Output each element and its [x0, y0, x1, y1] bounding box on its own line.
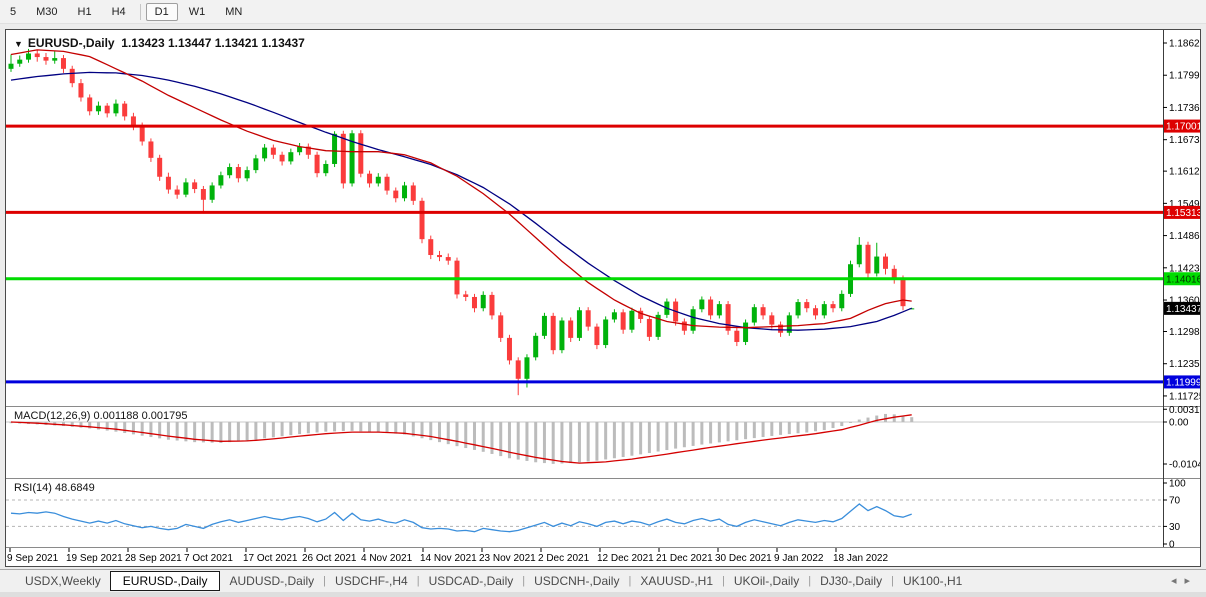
tab-usdx-weekly[interactable]: USDX,Weekly	[16, 572, 110, 590]
chart-dropdown-icon[interactable]: ▼	[14, 39, 23, 49]
price-levels-layer	[6, 126, 1163, 382]
svg-text:26 Oct 2021: 26 Oct 2021	[302, 553, 357, 564]
chart-tabs: USDX,WeeklyEURUSD-,DailyAUDUSD-,Daily|US…	[16, 572, 971, 591]
svg-text:1.12985: 1.12985	[1169, 327, 1200, 338]
svg-text:1.14860: 1.14860	[1169, 231, 1200, 242]
chart-canvas[interactable]: 1.186251.179951.173651.167351.161201.154…	[6, 30, 1200, 566]
tab-eurusd-daily[interactable]: EURUSD-,Daily	[110, 571, 221, 591]
svg-text:30: 30	[1169, 522, 1181, 533]
rsi-value: 48.6849	[52, 482, 95, 494]
svg-text:1.11999: 1.11999	[1166, 377, 1200, 388]
chart-window: 1.186251.179951.173651.167351.161201.154…	[5, 29, 1201, 567]
tab-usdchf-h4[interactable]: USDCHF-,H4	[326, 572, 417, 590]
svg-text:0.00: 0.00	[1169, 418, 1189, 429]
svg-text:19 Sep 2021: 19 Sep 2021	[66, 553, 123, 564]
mt4-window: 5M30H1H4 D1W1MN 1.18625 1.17995 1.17365 1.16…	[0, 0, 1206, 597]
svg-text:9 Sep 2021: 9 Sep 2021	[7, 553, 59, 564]
svg-text:1.13437: 1.13437	[1166, 304, 1200, 315]
macd-values: 0.001188 0.001795	[90, 410, 187, 422]
timeframe-button-m30[interactable]: M30	[27, 3, 66, 21]
svg-text:23 Nov 2021: 23 Nov 2021	[479, 553, 536, 564]
svg-text:30 Dec 2021: 30 Dec 2021	[715, 553, 772, 564]
svg-text:1.17001: 1.17001	[1166, 122, 1200, 133]
timeframe-button-5[interactable]: 5	[1, 3, 25, 21]
macd-name: MACD(12,26,9)	[14, 410, 90, 422]
tab-xauusd-h1[interactable]: XAUUSD-,H1	[631, 572, 722, 590]
svg-text:12 Dec 2021: 12 Dec 2021	[597, 553, 654, 564]
svg-text:18 Jan 2022: 18 Jan 2022	[833, 553, 888, 564]
svg-text:1.17995: 1.17995	[1169, 71, 1200, 82]
toolbar-separator	[140, 4, 141, 20]
chart-tabbar: USDX,WeeklyEURUSD-,DailyAUDUSD-,Daily|US…	[0, 569, 1206, 592]
svg-text:70: 70	[1169, 496, 1181, 507]
timeframe-toolbar: 5M30H1H4 D1W1MN	[0, 0, 1206, 24]
svg-text:17 Oct 2021: 17 Oct 2021	[243, 553, 298, 564]
timeframe-button-d1[interactable]: D1	[146, 3, 178, 21]
svg-text:9 Jan 2022: 9 Jan 2022	[774, 553, 824, 564]
svg-text:1.14016: 1.14016	[1166, 274, 1200, 285]
svg-text:0: 0	[1169, 540, 1175, 551]
svg-text:28 Sep 2021: 28 Sep 2021	[125, 553, 182, 564]
tab-uk100-h1[interactable]: UK100-,H1	[894, 572, 971, 590]
tab-ukoil-daily[interactable]: UKOil-,Daily	[725, 572, 808, 590]
tab-scroll-arrows: ◂▸	[1171, 574, 1198, 587]
timeframe-button-h1[interactable]: H1	[69, 3, 101, 21]
timeframe-button-mn[interactable]: MN	[216, 3, 251, 21]
svg-text:1.16120: 1.16120	[1169, 167, 1200, 178]
svg-text:1.17365: 1.17365	[1169, 103, 1200, 114]
date-axis: 9 Sep 2021 19 Sep 202128 Sep 20217 Oct 20…	[7, 548, 888, 564]
svg-text:-0.01043: -0.01043	[1169, 460, 1200, 471]
svg-text:1.16735: 1.16735	[1169, 135, 1200, 146]
svg-text:1.12355: 1.12355	[1169, 359, 1200, 370]
svg-text:1.15313: 1.15313	[1166, 208, 1200, 219]
macd-label: MACD(12,26,9) 0.001188 0.001795	[14, 410, 187, 422]
svg-text:2 Dec 2021: 2 Dec 2021	[538, 553, 590, 564]
tab-dj30-daily[interactable]: DJ30-,Daily	[811, 572, 891, 590]
svg-text:4 Nov 2021: 4 Nov 2021	[361, 553, 413, 564]
tab-scroll-left-icon[interactable]: ◂	[1171, 575, 1185, 587]
svg-text:1.18625: 1.18625	[1169, 39, 1200, 50]
window-bottom-strip	[0, 592, 1206, 597]
svg-text:7 Oct 2021: 7 Oct 2021	[184, 553, 233, 564]
panel-frames	[6, 30, 1200, 548]
chart-ohlc-values: 1.13423 1.13447 1.13421 1.13437	[115, 36, 305, 50]
svg-text:14 Nov 2021: 14 Nov 2021	[420, 553, 477, 564]
svg-text:0.003165: 0.003165	[1169, 405, 1200, 416]
svg-text:1.11725: 1.11725	[1169, 391, 1200, 402]
rsi-panel: 100 70 30 0	[6, 479, 1186, 551]
tab-usdcnh-daily[interactable]: USDCNH-,Daily	[525, 572, 628, 590]
moving-averages-layer	[11, 50, 912, 330]
chart-symbol-label: EURUSD-,Daily	[28, 36, 115, 50]
rsi-label: RSI(14) 48.6849	[14, 482, 95, 494]
svg-text:21 Dec 2021: 21 Dec 2021	[656, 553, 713, 564]
tab-usdcad-daily[interactable]: USDCAD-,Daily	[420, 572, 523, 590]
tab-scroll-right-icon[interactable]: ▸	[1184, 575, 1198, 587]
chart-title: ▼ EURUSD-,Daily 1.13423 1.13447 1.13421 1…	[14, 36, 305, 50]
rsi-name: RSI(14)	[14, 482, 52, 494]
timeframe-button-h4[interactable]: H4	[103, 3, 135, 21]
timeframe-button-w1[interactable]: W1	[180, 3, 215, 21]
price-axis: 1.186251.179951.173651.167351.161201.154…	[1163, 39, 1200, 403]
candles-layer	[9, 49, 915, 395]
svg-text:100: 100	[1169, 479, 1186, 490]
tab-audusd-daily[interactable]: AUDUSD-,Daily	[220, 572, 323, 590]
